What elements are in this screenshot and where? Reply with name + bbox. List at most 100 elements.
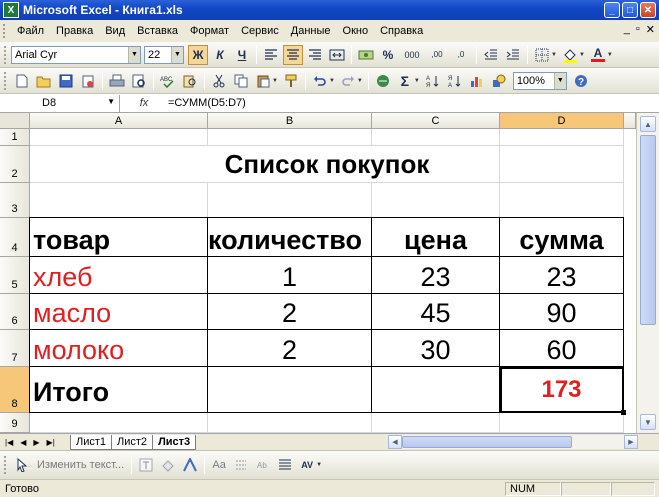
hyperlink-icon[interactable]	[373, 71, 393, 91]
row-header-8[interactable]: 8	[0, 367, 30, 413]
cell-b9[interactable]	[208, 413, 372, 433]
row-header-1[interactable]: 1	[0, 129, 30, 146]
cell-b1[interactable]	[208, 129, 372, 146]
chevron-down-icon[interactable]: ▼	[553, 72, 566, 89]
thousands-button[interactable]: 000	[400, 45, 424, 65]
tab-sheet3[interactable]: Лист3	[152, 434, 197, 450]
item-price[interactable]: 30	[372, 330, 500, 367]
menu-window[interactable]: Окно	[337, 25, 375, 37]
item-sum[interactable]: 90	[500, 294, 624, 330]
character-spacing-icon[interactable]	[231, 455, 251, 475]
minimize-button[interactable]: _	[604, 2, 620, 18]
chevron-down-icon[interactable]: ▼	[607, 52, 613, 58]
header-quantity[interactable]: количество	[208, 218, 372, 257]
cell-b8[interactable]	[208, 367, 372, 413]
sort-ascending-icon[interactable]: АЯ	[423, 71, 443, 91]
cell-b3[interactable]	[208, 183, 372, 218]
select-all-corner[interactable]	[0, 113, 30, 129]
menu-view[interactable]: Вид	[99, 25, 131, 37]
fill-handle[interactable]	[621, 410, 626, 415]
increase-indent-icon[interactable]	[503, 45, 523, 65]
percent-button[interactable]: %	[378, 45, 398, 65]
increase-decimal-button[interactable]: ,00	[426, 45, 448, 65]
spelling-icon[interactable]: ABC	[158, 71, 178, 91]
row-header-5[interactable]: 5	[0, 257, 30, 294]
item-sum[interactable]: 60	[500, 330, 624, 367]
font-size-combo[interactable]: 22 ▼	[144, 45, 184, 64]
column-header-a[interactable]: A	[30, 113, 208, 129]
item-qty[interactable]: 1	[208, 257, 372, 294]
menu-tools[interactable]: Сервис	[235, 25, 285, 37]
letter-spacing-icon[interactable]: AV	[297, 455, 317, 475]
sort-descending-icon[interactable]: ЯА	[445, 71, 465, 91]
decrease-indent-icon[interactable]	[481, 45, 501, 65]
align-left-icon[interactable]	[261, 45, 281, 65]
excel-app-icon[interactable]: X	[3, 2, 19, 18]
copy-icon[interactable]	[231, 71, 251, 91]
item-name[interactable]: хлеб	[30, 257, 208, 294]
menu-insert[interactable]: Вставка	[131, 25, 184, 37]
cell-a1[interactable]	[30, 129, 208, 146]
header-product[interactable]: товар	[30, 218, 208, 257]
save-icon[interactable]	[56, 71, 76, 91]
item-qty[interactable]: 2	[208, 330, 372, 367]
item-price[interactable]: 45	[372, 294, 500, 330]
menu-format[interactable]: Формат	[184, 25, 235, 37]
font-color-icon[interactable]: A	[588, 45, 608, 65]
cell-d1[interactable]	[500, 129, 624, 146]
chevron-down-icon[interactable]: ▼	[329, 78, 335, 84]
text-orientation-icon[interactable]: Ab	[253, 455, 273, 475]
autosum-button[interactable]: Σ	[395, 71, 415, 91]
currency-icon[interactable]	[356, 45, 376, 65]
tab-sheet2[interactable]: Лист2	[111, 434, 154, 450]
first-sheet-icon[interactable]: |◀	[5, 438, 13, 447]
doc-close-button[interactable]: ✕	[646, 23, 655, 36]
row-header-4[interactable]: 4	[0, 218, 30, 257]
menu-file[interactable]: Файл	[11, 25, 50, 37]
merge-center-icon[interactable]	[327, 45, 347, 65]
bold-button[interactable]: Ж	[188, 44, 208, 65]
font-name-combo[interactable]: Arial Cyr ▼	[11, 45, 141, 64]
total-label[interactable]: Итого	[30, 367, 208, 413]
row-header-3[interactable]: 3	[0, 183, 30, 218]
chevron-down-icon[interactable]: ▼	[316, 462, 322, 468]
chevron-down-icon[interactable]: ▼	[171, 46, 183, 63]
row-header-6[interactable]: 6	[0, 294, 30, 330]
scroll-up-icon[interactable]: ▲	[640, 116, 656, 132]
cut-icon[interactable]	[209, 71, 229, 91]
menu-help[interactable]: Справка	[374, 25, 429, 37]
horizontal-scroll-thumb[interactable]	[402, 436, 572, 448]
row-header-2[interactable]: 2	[0, 146, 30, 183]
maximize-button[interactable]: □	[622, 2, 638, 18]
zoom-combo[interactable]: 100% ▼	[512, 71, 567, 90]
prev-sheet-icon[interactable]: ◀	[20, 438, 26, 447]
menu-grip[interactable]	[3, 24, 7, 38]
column-header-c[interactable]: C	[372, 113, 500, 129]
borders-icon[interactable]	[532, 45, 552, 65]
redo-icon[interactable]	[338, 71, 358, 91]
cell-c3[interactable]	[372, 183, 500, 218]
chevron-down-icon[interactable]: ▼	[414, 78, 420, 84]
research-icon[interactable]	[180, 71, 200, 91]
help-icon[interactable]: ?	[571, 71, 591, 91]
paste-icon[interactable]	[253, 71, 273, 91]
cell-d2[interactable]	[500, 146, 624, 183]
shape-fill-icon[interactable]	[158, 455, 178, 475]
item-sum[interactable]: 23	[500, 257, 624, 294]
font-size-increase-icon[interactable]: Aa	[209, 455, 229, 475]
italic-button[interactable]: К	[210, 45, 230, 65]
wordart-icon[interactable]	[180, 455, 200, 475]
row-header-9[interactable]: 9	[0, 413, 30, 433]
chevron-down-icon[interactable]: ▼	[128, 46, 140, 63]
cell-d9[interactable]	[500, 413, 624, 433]
column-header-d[interactable]: D	[500, 113, 624, 129]
fill-color-icon[interactable]	[560, 45, 580, 65]
item-qty[interactable]: 2	[208, 294, 372, 330]
name-box[interactable]: D8 ▼	[2, 94, 120, 112]
doc-minimize-button[interactable]: _	[624, 23, 630, 36]
text-box-icon[interactable]	[136, 455, 156, 475]
header-price[interactable]: цена	[372, 218, 500, 257]
chart-wizard-icon[interactable]	[467, 71, 487, 91]
insert-function-icon[interactable]: fx	[120, 97, 168, 109]
permission-icon[interactable]	[78, 71, 98, 91]
